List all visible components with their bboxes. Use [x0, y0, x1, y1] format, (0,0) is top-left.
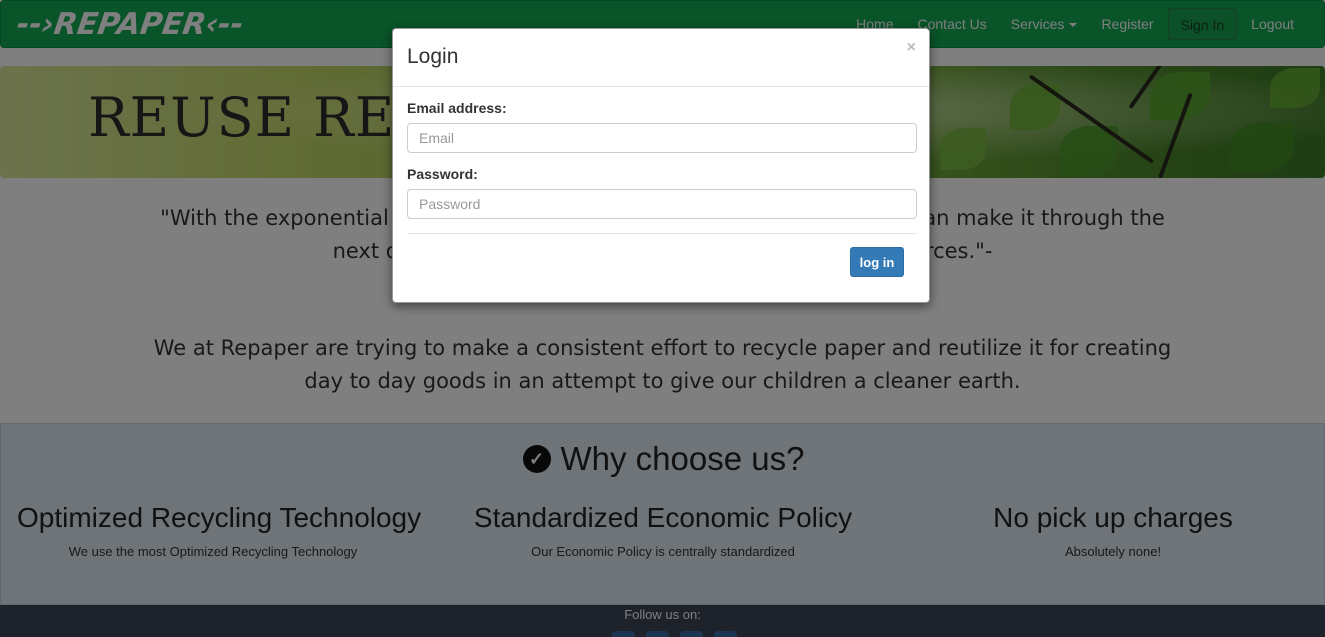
email-label: Email address:	[407, 100, 507, 116]
password-label: Password:	[407, 166, 478, 182]
email-field[interactable]	[407, 123, 917, 153]
password-field[interactable]	[407, 189, 917, 219]
close-icon[interactable]: ×	[907, 39, 916, 57]
login-button[interactable]: log in	[850, 247, 904, 277]
login-modal: Login × Email address: Password: log in	[392, 28, 930, 303]
modal-divider	[407, 233, 917, 234]
modal-header: Login ×	[393, 29, 929, 87]
modal-title: Login	[407, 45, 459, 68]
